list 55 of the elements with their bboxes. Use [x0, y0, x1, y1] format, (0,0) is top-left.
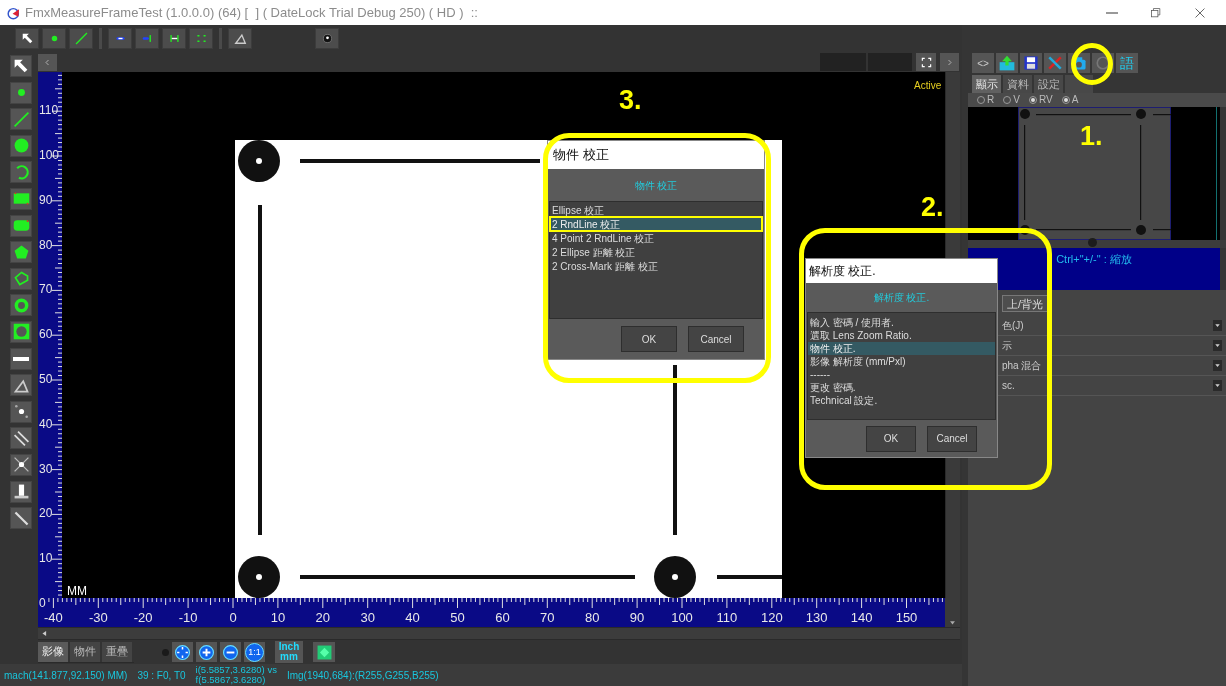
ruler-label: 40	[405, 610, 420, 625]
ruler-label: -40	[44, 610, 63, 625]
property-label: sc.	[1002, 379, 1015, 393]
ruler-label: 60	[39, 327, 53, 342]
ruler-label: 40	[39, 416, 53, 431]
ruler-label: 20	[39, 506, 53, 521]
window-title: FmxMeasureFrameTest (1.0.0.0) (64) [ ] ( DateLock Trial Debug 250) ( HD ) ::	[25, 3, 478, 22]
ruler-label: 90	[629, 610, 645, 625]
hint-text: Ctrl+"+/-" : 縮放	[1056, 252, 1132, 267]
ruler-label: 70	[540, 610, 555, 625]
ruler-label: -10	[178, 610, 198, 625]
ruler-label: 20	[315, 610, 331, 625]
ruler-label: 10	[270, 610, 286, 625]
ruler-label: 30	[39, 461, 53, 476]
ruler-label: 150	[895, 610, 918, 625]
ruler-label: 0	[229, 610, 237, 625]
ruler-label: 10	[39, 551, 53, 566]
status-text: mach(141.877,92.150) MM)	[4, 668, 128, 683]
ruler-label: 70	[39, 282, 53, 297]
dialog-header: 解析度 校正.	[873, 291, 930, 305]
status-text: i(5.5857,3.6280) vs f(5.5867,3.6280)	[195, 665, 277, 685]
ruler-label: 100	[671, 610, 693, 625]
ruler-label: 0	[39, 596, 46, 610]
unit-label: MM	[67, 583, 87, 600]
radio-label: A	[1071, 94, 1079, 106]
ruler-label: 80	[584, 610, 600, 625]
radio-label: RV	[1038, 94, 1053, 106]
dialog-title: 解析度 校正.	[806, 259, 997, 283]
ruler-label: 130	[805, 610, 828, 625]
annotation-label: 3.	[619, 84, 642, 117]
property-label: 示	[1002, 339, 1012, 353]
status-label: Active	[914, 79, 942, 93]
ruler-label: 80	[39, 237, 53, 252]
ruler-label: -30	[88, 610, 108, 625]
status-text: Img(1940,684):(R255,G255,B255)	[286, 668, 439, 683]
ruler-label: -20	[133, 610, 153, 625]
ruler-label: 110	[716, 610, 738, 625]
property-label: pha 混合	[1002, 359, 1042, 373]
ruler-label: 120	[760, 610, 783, 625]
ruler-label: 140	[850, 610, 873, 625]
dialog-header: 物件 校正	[634, 178, 678, 193]
radio-label: R	[987, 94, 995, 106]
annotation-label: 2.	[921, 191, 944, 224]
ruler-label: 50	[450, 610, 465, 625]
property-label: 色(J)	[1002, 319, 1024, 333]
ruler-label: 60	[495, 610, 510, 625]
ruler-label: 90	[39, 192, 53, 207]
status-text: 39 : F0, T0	[137, 668, 186, 683]
ruler-label: 100	[39, 148, 60, 162]
ruler-label: 50	[39, 372, 53, 386]
radio-label: V	[1013, 94, 1020, 106]
ruler-label: 110	[39, 103, 59, 118]
annotation-label: 1.	[1080, 120, 1103, 153]
ruler-label: 30	[360, 610, 375, 625]
dialog-title: 物件 校正	[548, 141, 764, 169]
